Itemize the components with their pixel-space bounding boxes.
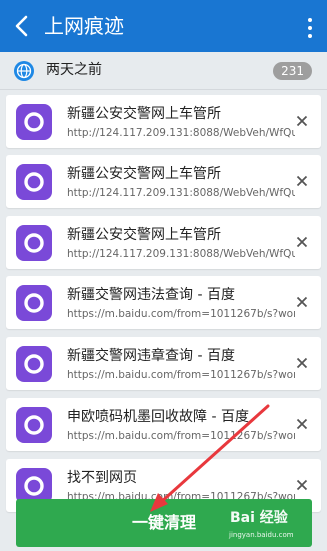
globe-icon [14,61,34,81]
history-item-url: https://m.baidu.com/from=1011267b/s?wor [67,369,295,381]
history-item-url: https://m.baidu.com/from=1011267b/s?wor [67,430,295,442]
watermark-logo: Bai 经验 [230,510,288,526]
history-item[interactable]: 申欧喷码机墨回收故障 - 百度 https://m.baidu.com/from… [6,398,321,451]
browser-app-icon [16,225,52,261]
history-group-header[interactable]: 两天之前 231 [0,52,327,90]
browser-app-icon [16,346,52,382]
close-icon[interactable] [296,115,308,127]
history-item-title: 新疆交警网违法查询 - 百度 [67,287,235,303]
history-item[interactable]: 新疆公安交警网上车管所 http://124.117.209.131:8088/… [6,95,321,148]
history-item-title: 新疆公安交警网上车管所 [67,166,221,182]
close-icon[interactable] [296,479,308,491]
browser-app-icon [16,104,52,140]
baidu-jingyan-watermark: Bai 经验 jingyan.baidu.com [215,507,325,547]
chevron-left-icon[interactable] [12,14,32,38]
history-item-url: http://124.117.209.131:8088/WebVeh/WfQue [67,248,295,260]
app-header: 上网痕迹 [0,0,327,52]
history-item-url: http://124.117.209.131:8088/WebVeh/WfQue [67,187,295,199]
watermark-url: jingyan.baidu.com [229,531,294,539]
page-title: 上网痕迹 [44,14,124,38]
history-item[interactable]: 新疆交警网违法查询 - 百度 https://m.baidu.com/from=… [6,276,321,329]
close-icon[interactable] [296,296,308,308]
close-icon[interactable] [296,418,308,430]
history-item[interactable]: 新疆公安交警网上车管所 http://124.117.209.131:8088/… [6,155,321,208]
group-label: 两天之前 [46,62,102,78]
overflow-menu-icon[interactable] [307,18,313,38]
history-count-badge: 231 [273,62,312,80]
history-item[interactable]: 新疆公安交警网上车管所 http://124.117.209.131:8088/… [6,216,321,269]
history-item-title: 新疆公安交警网上车管所 [67,227,221,243]
history-item-url: https://m.baidu.com/from=1011267b/s?wor [67,308,295,320]
history-item-title: 申欧喷码机墨回收故障 - 百度 [67,409,249,425]
history-item-title: 找不到网页 [67,470,137,486]
close-icon[interactable] [296,357,308,369]
browser-app-icon [16,407,52,443]
close-icon[interactable] [296,236,308,248]
history-item[interactable]: 新疆交警网违章查询 - 百度 https://m.baidu.com/from=… [6,337,321,390]
close-icon[interactable] [296,175,308,187]
browser-app-icon [16,285,52,321]
history-item-title: 新疆公安交警网上车管所 [67,106,221,122]
history-item-url: http://124.117.209.131:8088/WebVeh/WfQue [67,127,295,139]
browser-app-icon [16,164,52,200]
history-item-title: 新疆交警网违章查询 - 百度 [67,348,235,364]
